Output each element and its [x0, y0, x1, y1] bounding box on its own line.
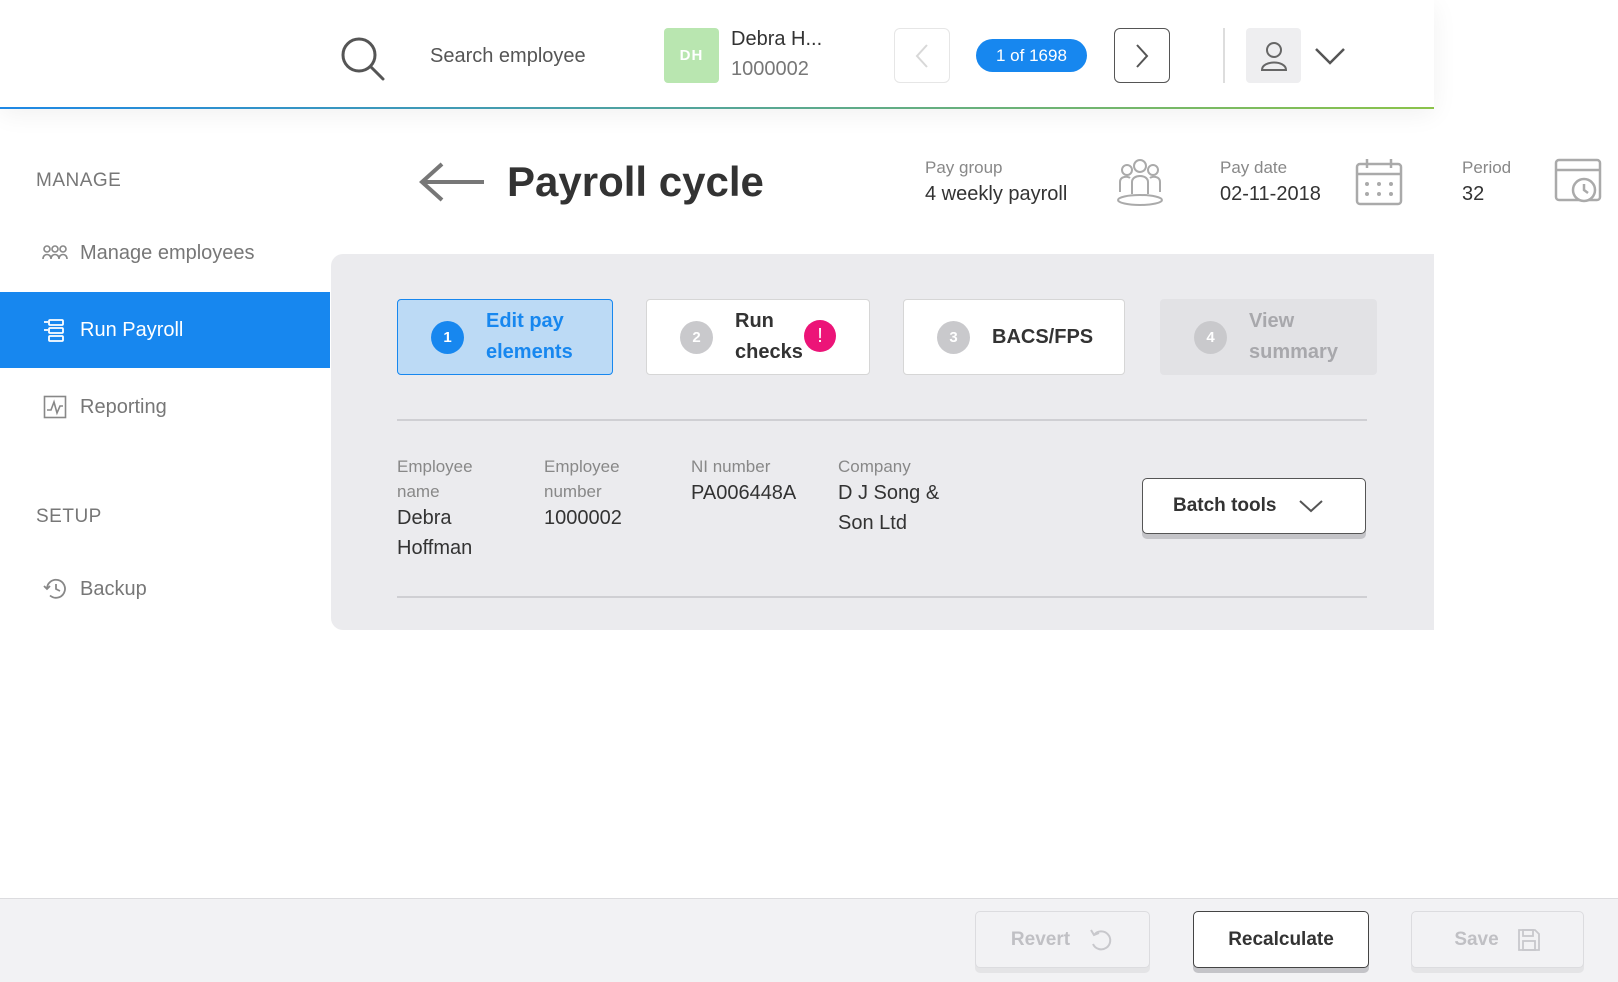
chevron-down-icon[interactable]	[1312, 38, 1348, 74]
step-label: BACS/FPS	[992, 325, 1094, 348]
recalculate-button[interactable]: Recalculate	[1193, 911, 1369, 968]
user-menu-button[interactable]	[1246, 28, 1301, 83]
step-number: 3	[937, 320, 970, 354]
calendar-icon	[1355, 159, 1403, 206]
employee-name: Debra H...	[731, 28, 823, 50]
search-input[interactable]	[430, 38, 586, 74]
save-label: Save	[1454, 928, 1499, 950]
sidebar-item-backup[interactable]: Backup	[0, 551, 330, 627]
step-label: Edit pay elements	[486, 310, 573, 363]
page-title: Payroll cycle	[507, 158, 764, 205]
next-employee-button[interactable]	[1114, 28, 1170, 83]
ni-number-value: PA006448A	[691, 482, 797, 504]
payroll-icon	[42, 317, 68, 343]
company-label: Company	[838, 457, 911, 476]
group-icon	[1117, 159, 1163, 206]
step-number: 2	[680, 320, 713, 354]
sidebar-item-reporting[interactable]: Reporting	[0, 369, 330, 445]
footer-bar	[0, 898, 1618, 982]
revert-button[interactable]: Revert	[975, 911, 1150, 968]
ni-number-label: NI number	[691, 457, 771, 476]
undo-icon	[1090, 928, 1112, 950]
people-icon	[42, 240, 68, 266]
pay-date-value: 02-11-2018	[1220, 183, 1321, 205]
period-label: Period	[1462, 158, 1512, 177]
chart-icon	[42, 394, 68, 420]
step-bacs-fps[interactable]: 3 BACS/FPS	[903, 299, 1125, 375]
search-icon[interactable]	[338, 34, 388, 84]
previous-employee-button[interactable]	[894, 28, 950, 83]
pay-date-label: Pay date	[1220, 158, 1288, 177]
step-view-summary: 4 View summary	[1160, 299, 1377, 375]
chevron-down-icon	[1299, 500, 1324, 513]
app-root: DH Debra H... 1000002 1 of 1698 MANAGE	[0, 0, 1618, 982]
back-arrow-icon[interactable]	[418, 160, 486, 204]
employee-counter-badge: 1 of 1698	[976, 39, 1087, 72]
period-timer-icon	[1554, 158, 1602, 203]
step-label: View summary	[1249, 310, 1338, 363]
pay-group-label: Pay group	[925, 158, 1003, 177]
employee-number-label: Employee number	[544, 457, 620, 501]
pay-group-value: 4 weekly payroll	[925, 183, 1068, 205]
recalculate-label: Recalculate	[1228, 928, 1334, 950]
divider	[397, 419, 1367, 421]
step-label: Run checks	[735, 310, 803, 363]
user-icon	[1260, 41, 1287, 71]
top-bar: DH Debra H... 1000002 1 of 1698	[0, 0, 1434, 108]
chevron-right-icon	[1136, 43, 1149, 68]
sidebar-item-label: Run Payroll	[80, 318, 184, 341]
employee-name-label: Employee name	[397, 457, 473, 501]
period-value: 32	[1462, 183, 1485, 205]
step-run-checks[interactable]: 2 Run checks	[646, 299, 870, 375]
topbar-accent-line	[0, 107, 1434, 109]
sidebar-item-label: Backup	[80, 577, 147, 600]
alert-badge: !	[804, 320, 836, 352]
sidebar-heading-manage: MANAGE	[36, 170, 122, 191]
employee-number: 1000002	[731, 58, 809, 80]
employee-name-value: Debra Hoffman	[397, 507, 473, 559]
sidebar-heading-setup: SETUP	[36, 506, 102, 527]
sidebar-item-label: Manage employees	[80, 241, 255, 264]
step-number: 1	[431, 320, 464, 354]
sidebar-item-manage-employees[interactable]: Manage employees	[0, 215, 330, 291]
company-value: D J Song & Son Ltd	[838, 482, 940, 534]
batch-tools-button[interactable]: Batch tools	[1142, 478, 1366, 534]
topbar-divider	[1223, 28, 1225, 83]
employee-avatar: DH	[664, 28, 719, 83]
chevron-left-icon	[915, 43, 928, 68]
sidebar-item-run-payroll[interactable]: Run Payroll	[0, 292, 330, 368]
floppy-disk-icon	[1517, 928, 1540, 951]
step-edit-pay-elements[interactable]: 1 Edit pay elements	[397, 299, 613, 375]
revert-label: Revert	[1010, 928, 1071, 950]
save-button[interactable]: Save	[1411, 911, 1584, 968]
step-number: 4	[1194, 320, 1227, 354]
sidebar-item-label: Reporting	[80, 395, 167, 418]
divider	[397, 596, 1367, 598]
batch-tools-label: Batch tools	[1173, 495, 1277, 516]
employee-number-value: 1000002	[544, 507, 622, 529]
history-icon	[42, 576, 68, 602]
